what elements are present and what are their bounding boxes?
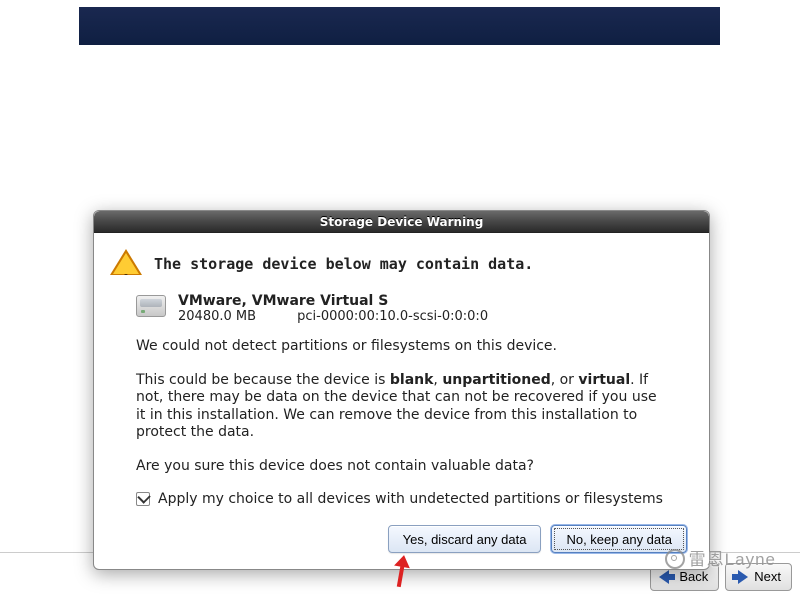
annotation-arrow-icon (393, 553, 413, 593)
next-button[interactable]: Next (725, 563, 792, 591)
drive-icon (136, 295, 166, 317)
warning-para-2: This could be because the device is blan… (136, 372, 666, 442)
yes-discard-button[interactable]: Yes, discard any data (388, 525, 542, 553)
device-name: VMware, VMware Virtual S (178, 293, 488, 309)
arrow-right-icon (732, 570, 750, 584)
device-size: 20480.0 MB (178, 309, 293, 324)
device-path: pci-0000:00:10.0-scsi-0:0:0:0 (297, 309, 488, 324)
back-label: Back (679, 569, 708, 584)
apply-all-checkbox[interactable] (136, 492, 150, 506)
header-band (79, 7, 720, 45)
no-keep-button[interactable]: No, keep any data (551, 525, 687, 553)
dialog-titlebar: Storage Device Warning (94, 211, 709, 233)
apply-all-label: Apply my choice to all devices with unde… (158, 491, 663, 507)
next-label: Next (754, 569, 781, 584)
apply-all-row: Apply my choice to all devices with unde… (136, 491, 687, 507)
storage-warning-dialog: Storage Device Warning The storage devic… (93, 210, 710, 570)
warning-para-1: We could not detect partitions or filesy… (136, 338, 666, 356)
dialog-button-row: Yes, discard any data No, keep any data (110, 525, 687, 553)
warning-para-3: Are you sure this device does not contai… (136, 458, 666, 476)
warning-icon (110, 249, 142, 281)
arrow-left-icon (657, 570, 675, 584)
dialog-heading: The storage device below may contain dat… (154, 249, 533, 281)
device-row: VMware, VMware Virtual S 20480.0 MB pci-… (136, 293, 687, 324)
dialog-content: The storage device below may contain dat… (94, 233, 709, 569)
